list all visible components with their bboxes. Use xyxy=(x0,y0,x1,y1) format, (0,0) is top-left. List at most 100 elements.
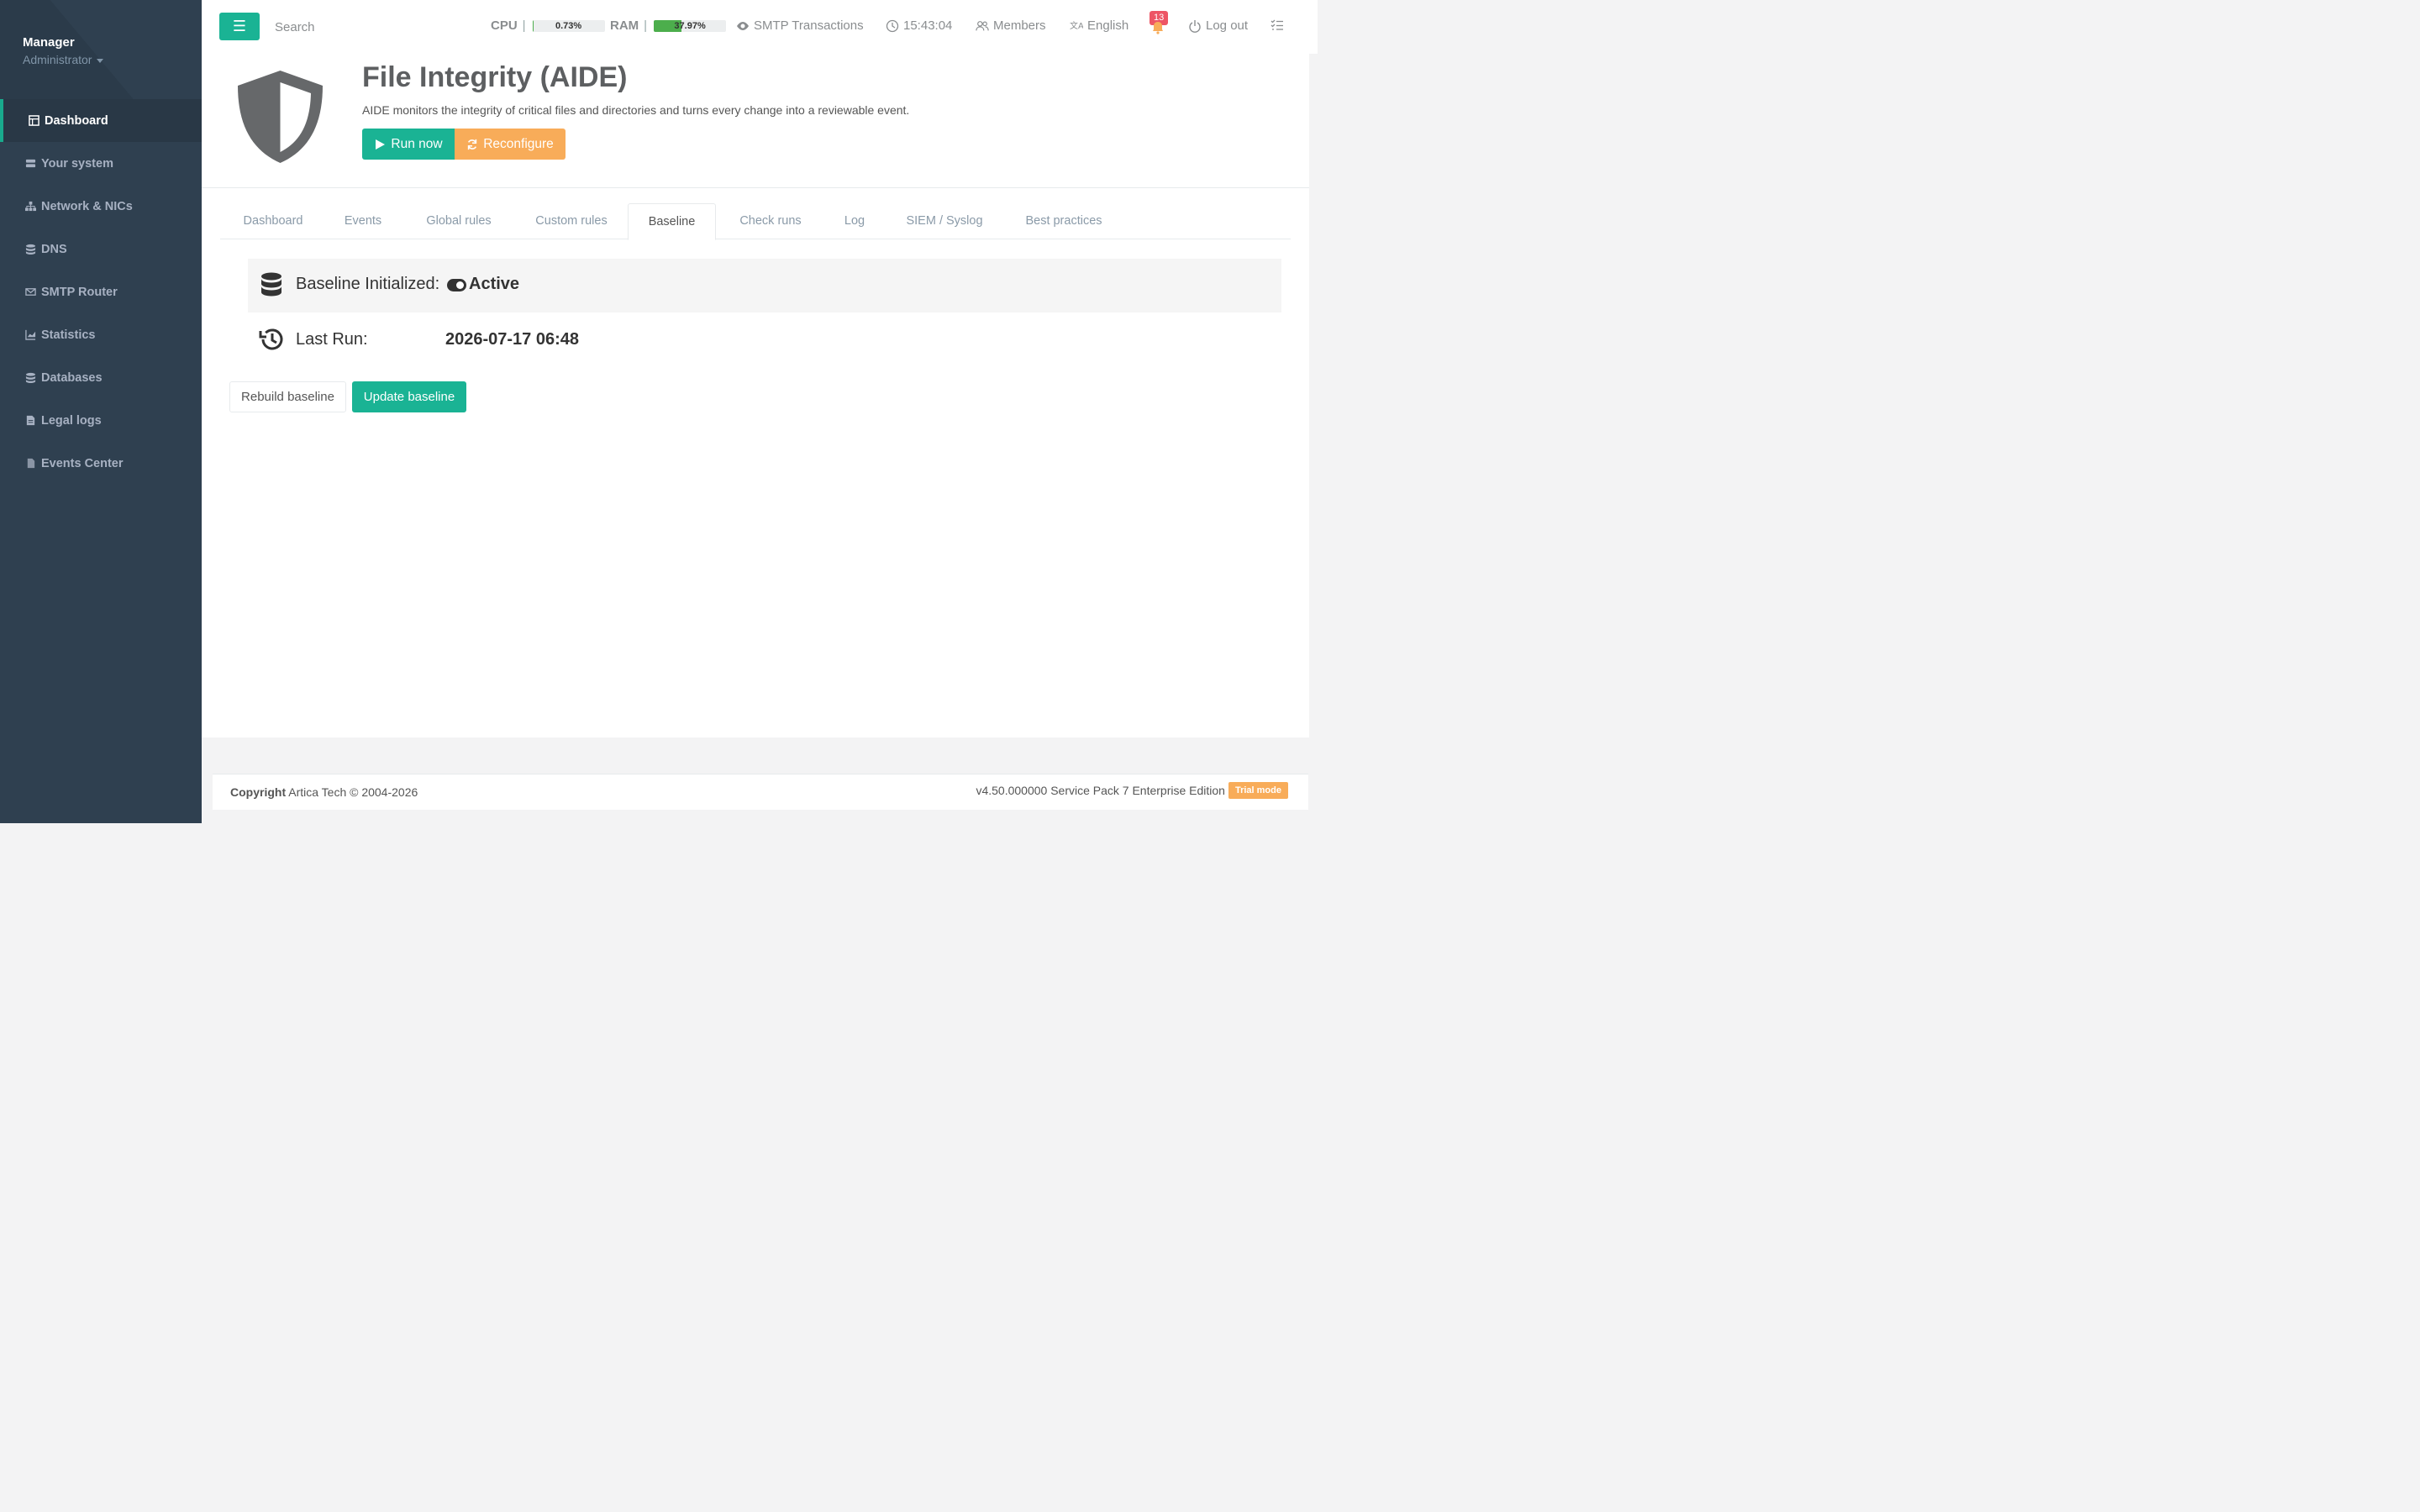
sidebar-item-dashboard[interactable]: Dashboard xyxy=(0,99,202,142)
smtp-transactions-link[interactable]: SMTP Transactions xyxy=(736,18,864,33)
sidebar-item-events-center[interactable]: Events Center xyxy=(0,442,202,485)
sidebar-item-dns[interactable]: DNS xyxy=(0,228,202,270)
tab-siem-syslog[interactable]: SIEM / Syslog xyxy=(891,203,998,239)
tab-baseline[interactable]: Baseline xyxy=(628,203,716,240)
run-now-label: Run now xyxy=(391,136,443,151)
page-title: File Integrity (AIDE) xyxy=(362,61,628,93)
sidebar-item-label: SMTP Router xyxy=(41,285,118,299)
sidebar-item-label: Legal logs xyxy=(41,413,102,428)
page-subtitle: AIDE monitors the integrity of critical … xyxy=(362,103,910,117)
ram-value: 37.97% xyxy=(674,20,706,31)
clock-time: 15:43:04 xyxy=(903,18,953,33)
reconfigure-button[interactable]: Reconfigure xyxy=(455,129,566,160)
dashboard-icon xyxy=(28,115,39,127)
database-icon xyxy=(24,372,36,384)
sidebar-item-databases[interactable]: Databases xyxy=(0,356,202,399)
page-header: File Integrity (AIDE) AIDE monitors the … xyxy=(202,54,1309,188)
sidebar: Manager Administrator Dashboard Your sys… xyxy=(0,0,202,823)
svg-text:文A: 文A xyxy=(1070,20,1083,31)
toggle-on-icon xyxy=(447,279,466,291)
sidebar-item-label: Statistics xyxy=(41,328,96,342)
power-icon xyxy=(1189,19,1201,33)
database-icon xyxy=(261,272,281,297)
sidebar-item-your-system[interactable]: Your system xyxy=(0,142,202,185)
tab-custom-rules[interactable]: Custom rules xyxy=(519,203,623,239)
sidebar-item-label: Events Center xyxy=(41,456,124,470)
ram-meter: RAM | 37.97% xyxy=(610,18,727,33)
tab-global-rules[interactable]: Global rules xyxy=(407,203,511,239)
file-icon xyxy=(24,415,36,427)
copyright-bold: Copyright xyxy=(230,785,287,799)
cpu-separator: | xyxy=(522,18,526,33)
sidebar-item-statistics[interactable]: Statistics xyxy=(0,313,202,356)
members-link[interactable]: Members xyxy=(976,18,1046,33)
sidebar-nav: Dashboard Your system Network & NICs DNS… xyxy=(0,99,202,485)
trial-mode-badge: Trial mode xyxy=(1228,782,1288,799)
menu-toggle-button[interactable]: ☰ xyxy=(219,13,260,40)
profile-role-dropdown[interactable]: Administrator xyxy=(23,53,104,66)
baseline-initialized-label: Baseline Initialized: xyxy=(296,275,440,293)
version-info: v4.50.000000 Service Pack 7 Enterprise E… xyxy=(976,782,1288,799)
database-icon xyxy=(24,244,36,255)
cpu-value: 0.73% xyxy=(555,20,582,31)
ram-label: RAM xyxy=(610,18,639,33)
cpu-meter: CPU | 0.73% xyxy=(491,18,605,33)
tab-dashboard[interactable]: Dashboard xyxy=(227,203,319,239)
version-text: v4.50.000000 Service Pack 7 Enterprise E… xyxy=(976,784,1225,797)
tab-bar: Dashboard Events Global rules Custom rul… xyxy=(220,203,1291,240)
sidebar-item-legal-logs[interactable]: Legal logs xyxy=(0,399,202,442)
reconfigure-label: Reconfigure xyxy=(483,136,554,151)
baseline-status-row: Baseline Initialized: Active xyxy=(248,259,1281,312)
tab-events[interactable]: Events xyxy=(329,203,397,239)
tasks-icon xyxy=(1270,19,1283,30)
sidebar-item-smtp-router[interactable]: SMTP Router xyxy=(0,270,202,313)
sidebar-item-label: Network & NICs xyxy=(41,199,133,213)
play-icon xyxy=(376,139,386,150)
ram-progress-bar: 37.97% xyxy=(654,19,727,32)
server-icon xyxy=(24,158,36,170)
sidebar-item-label: DNS xyxy=(41,242,67,256)
language-selector[interactable]: 文A English xyxy=(1070,18,1128,33)
sidebar-item-label: Dashboard xyxy=(45,113,108,128)
logout-label: Log out xyxy=(1206,18,1249,33)
shield-icon xyxy=(238,71,323,163)
cpu-progress-bar: 0.73% xyxy=(532,19,605,32)
language-icon: 文A xyxy=(1070,20,1083,31)
bell-icon[interactable] xyxy=(1152,21,1164,34)
members-label: Members xyxy=(993,18,1046,33)
task-list-button[interactable] xyxy=(1270,18,1288,32)
copyright-text: Artica Tech © 2004-2026 xyxy=(288,785,418,799)
last-run-label: Last Run: xyxy=(296,330,368,349)
tab-check-runs[interactable]: Check runs xyxy=(723,203,818,239)
sidebar-item-label: Databases xyxy=(41,370,103,385)
cpu-label: CPU xyxy=(491,18,518,33)
profile-area: Manager Administrator xyxy=(0,0,202,99)
tab-log[interactable]: Log xyxy=(832,203,877,239)
last-run-value: 2026-07-17 06:48 xyxy=(445,330,580,349)
main-panel: File Integrity (AIDE) AIDE monitors the … xyxy=(202,54,1309,738)
baseline-initialized-value: Active xyxy=(469,275,520,293)
update-baseline-button[interactable]: Update baseline xyxy=(352,381,466,412)
search-input[interactable] xyxy=(269,14,437,39)
sidebar-item-label: Your system xyxy=(41,156,113,171)
top-bar: ☰ CPU | 0.73% RAM | 37.97% SMTP Transactio… xyxy=(202,0,1318,54)
rebuild-baseline-button[interactable]: Rebuild baseline xyxy=(229,381,346,412)
network-icon xyxy=(24,201,36,213)
last-run-row: Last Run: 2026-07-17 06:48 xyxy=(248,316,1281,370)
tab-best-practices[interactable]: Best practices xyxy=(1010,203,1118,239)
file-icon xyxy=(24,458,36,470)
users-icon xyxy=(976,20,989,30)
refresh-icon xyxy=(468,139,477,150)
hamburger-icon: ☰ xyxy=(232,18,247,34)
logout-link[interactable]: Log out xyxy=(1188,18,1248,33)
clock-icon xyxy=(886,19,899,32)
smtp-transactions-label: SMTP Transactions xyxy=(754,18,864,33)
run-now-button[interactable]: Run now xyxy=(362,129,455,160)
eye-icon xyxy=(737,21,749,30)
ram-separator: | xyxy=(644,18,648,33)
profile-name: Manager xyxy=(23,35,75,50)
sidebar-item-network[interactable]: Network & NICs xyxy=(0,185,202,228)
history-icon xyxy=(259,328,283,350)
chart-icon xyxy=(24,329,36,341)
envelope-icon xyxy=(24,286,36,298)
